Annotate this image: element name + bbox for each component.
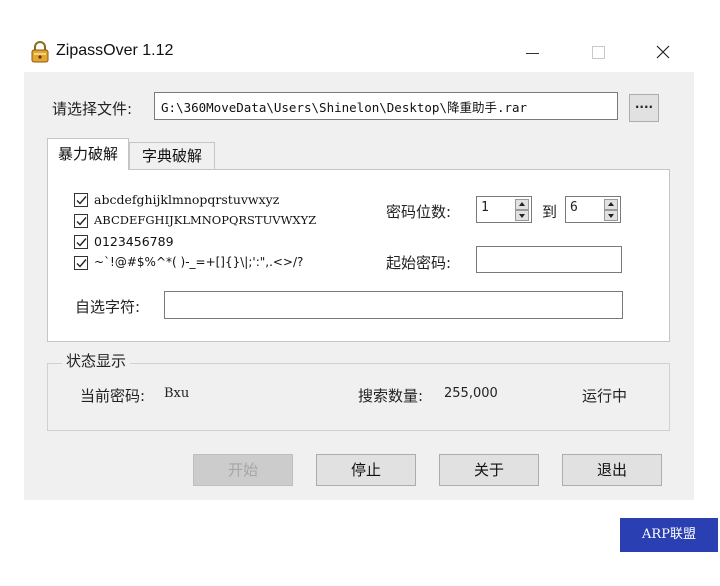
charset-label: ~`!@#$%^*( )-_=+[]{}\|;':",.<>/? — [94, 255, 304, 269]
maximize-button[interactable] — [576, 32, 622, 72]
close-button[interactable] — [640, 32, 686, 72]
spinner-down-icon[interactable] — [515, 210, 529, 221]
spinner-arrows[interactable] — [515, 199, 529, 221]
charset-label: ABCDEFGHIJKLMNOPQRSTUVWXYZ — [94, 213, 317, 227]
check-icon — [76, 238, 87, 247]
checkbox[interactable] — [74, 235, 88, 249]
length-label: 密码位数: — [386, 203, 452, 221]
checkbox[interactable] — [74, 256, 88, 270]
custom-chars-label: 自选字符: — [75, 298, 141, 316]
spinner-up-icon[interactable] — [515, 199, 529, 210]
browse-button[interactable]: .... — [629, 94, 659, 122]
app-window: ZipassOver 1.12 请选择文件: G:\360MoveData\Us… — [24, 32, 694, 500]
stop-button[interactable]: 停止 — [316, 454, 416, 486]
watermark-logo: ARP联盟 arpun.com — [620, 518, 718, 576]
charset-label: abcdefghijklmnopqrstuvwxyz — [94, 192, 280, 207]
file-label: 请选择文件: — [52, 100, 133, 118]
length-from-value: 1 — [481, 200, 489, 215]
check-icon — [76, 196, 87, 205]
spinner-down-icon[interactable] — [604, 210, 618, 221]
length-to-value: 6 — [570, 200, 578, 215]
current-password-value: Bxu — [164, 386, 190, 401]
file-path-input[interactable]: G:\360MoveData\Users\Shinelon\Desktop\降重… — [154, 92, 618, 120]
current-password-label: 当前密码: — [80, 387, 146, 405]
charset-label: 0123456789 — [94, 234, 174, 249]
length-to-label: 到 — [542, 203, 558, 221]
exit-button[interactable]: 退出 — [562, 454, 662, 486]
spinner-up-icon[interactable] — [604, 199, 618, 210]
checkbox[interactable] — [74, 193, 88, 207]
start-button[interactable]: 开始 — [193, 454, 293, 486]
search-count-value: 255,000 — [444, 386, 498, 401]
start-password-label: 起始密码: — [386, 254, 452, 272]
tab-brute-force[interactable]: 暴力破解 — [47, 138, 129, 170]
start-password-input[interactable] — [476, 246, 622, 273]
minimize-button[interactable] — [510, 32, 556, 72]
custom-chars-input[interactable] — [164, 291, 623, 319]
tab-dictionary[interactable]: 字典破解 — [129, 142, 215, 169]
length-from-spinner[interactable]: 1 — [476, 196, 532, 223]
checkbox[interactable] — [74, 214, 88, 228]
minimize-icon — [526, 53, 539, 54]
check-icon — [76, 217, 87, 226]
check-icon — [76, 259, 87, 268]
maximize-icon — [592, 46, 605, 59]
run-state-text: 运行中 — [582, 387, 628, 405]
close-icon — [656, 45, 670, 59]
search-count-label: 搜索数量: — [358, 387, 424, 405]
lock-icon — [31, 41, 49, 63]
title-bar: ZipassOver 1.12 — [24, 32, 694, 72]
spinner-arrows[interactable] — [604, 199, 618, 221]
length-to-spinner[interactable]: 6 — [565, 196, 621, 223]
about-button[interactable]: 关于 — [439, 454, 539, 486]
status-group-title: 状态显示 — [62, 350, 131, 371]
window-title: ZipassOver 1.12 — [56, 42, 174, 59]
